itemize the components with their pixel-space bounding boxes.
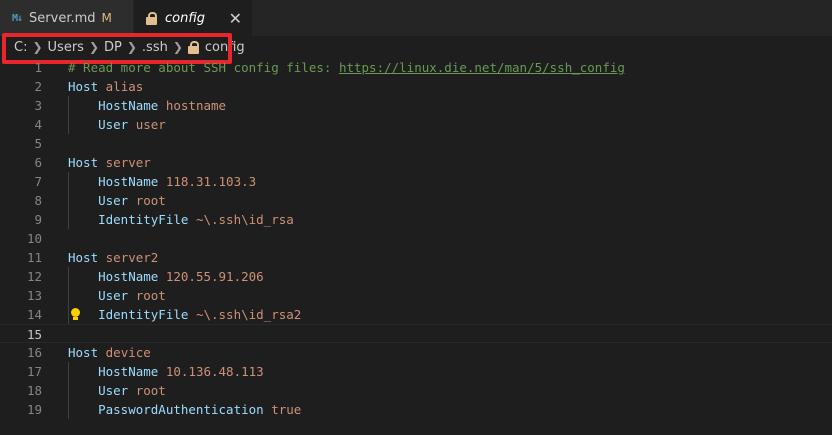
code-token: User bbox=[68, 288, 136, 303]
tab-label: Server.md bbox=[29, 10, 96, 26]
code-line[interactable]: 17 HostName 10.136.48.113 bbox=[0, 362, 832, 381]
code-line[interactable]: 3 HostName hostname bbox=[0, 96, 832, 115]
code-line[interactable]: 9 IdentityFile ~\.ssh\id_rsa bbox=[0, 210, 832, 229]
code-line[interactable]: 16 Host device bbox=[0, 343, 832, 362]
code-line[interactable]: 14 IdentityFile ~\.ssh\id_rsa2 bbox=[0, 305, 832, 324]
lock-icon bbox=[146, 11, 157, 25]
code-line[interactable]: 4 User user bbox=[0, 115, 832, 134]
code-token: 118.31.103.3 bbox=[165, 174, 257, 189]
code-token: HostName bbox=[68, 174, 166, 189]
code-text: PasswordAuthentication true bbox=[68, 400, 301, 419]
markdown-icon: M↓ bbox=[12, 12, 23, 24]
code-token: ~\.ssh\id_rsa2 bbox=[195, 307, 302, 322]
line-number: 5 bbox=[34, 136, 42, 151]
code-token: User bbox=[68, 193, 136, 208]
code-text: Host alias bbox=[68, 77, 143, 96]
code-line[interactable]: 11 Host server2 bbox=[0, 248, 832, 267]
code-token: IdentityFile bbox=[68, 212, 196, 227]
close-icon[interactable]: ✕ bbox=[229, 9, 242, 28]
code-line[interactable]: 8 User root bbox=[0, 191, 832, 210]
code-line[interactable]: 10 bbox=[0, 229, 832, 248]
code-line[interactable]: 7 HostName 118.31.103.3 bbox=[0, 172, 832, 191]
code-line[interactable]: 12 HostName 120.55.91.206 bbox=[0, 267, 832, 286]
code-line[interactable]: 1 # Read more about SSH config files: htt… bbox=[0, 58, 832, 77]
code-text: HostName hostname bbox=[68, 96, 226, 115]
code-text: HostName 120.55.91.206 bbox=[68, 267, 264, 286]
line-number: 16 bbox=[26, 345, 42, 360]
tab-label: config bbox=[165, 10, 205, 26]
line-number: 13 bbox=[26, 288, 42, 303]
code-text: User user bbox=[68, 115, 166, 134]
code-token: Host bbox=[68, 250, 106, 265]
code-token: 120.55.91.206 bbox=[165, 269, 264, 284]
tab-server-md[interactable]: M↓ Server.md M bbox=[0, 0, 134, 36]
code-line[interactable]: 18 User root bbox=[0, 381, 832, 400]
line-number: 1 bbox=[34, 60, 42, 75]
code-text: IdentityFile ~\.ssh\id_rsa bbox=[68, 210, 294, 229]
line-number: 11 bbox=[26, 250, 42, 265]
code-token: ~\.ssh\id_rsa bbox=[195, 212, 294, 227]
code-token: HostName bbox=[68, 98, 166, 113]
code-editor[interactable]: 1 # Read more about SSH config files: htt… bbox=[0, 58, 832, 435]
code-token: user bbox=[135, 117, 166, 132]
code-text: IdentityFile ~\.ssh\id_rsa2 bbox=[68, 305, 301, 324]
tab-config[interactable]: config ✕ bbox=[134, 0, 252, 36]
code-text: Host server bbox=[68, 153, 151, 172]
code-token: root bbox=[135, 193, 166, 208]
code-token: device bbox=[105, 345, 151, 360]
code-line[interactable]: 15 bbox=[0, 324, 832, 343]
line-number: 17 bbox=[26, 364, 42, 379]
code-token: server bbox=[105, 155, 151, 170]
line-number: 8 bbox=[34, 193, 42, 208]
line-number: 18 bbox=[26, 383, 42, 398]
code-token: IdentityFile bbox=[68, 307, 196, 322]
line-number: 9 bbox=[34, 212, 42, 227]
code-token: Host bbox=[68, 155, 106, 170]
line-number: 3 bbox=[34, 98, 42, 113]
line-number: 15 bbox=[26, 327, 42, 342]
code-token: # Read more about SSH config files: bbox=[68, 60, 339, 75]
line-number: 19 bbox=[26, 402, 42, 417]
code-token: root bbox=[135, 383, 166, 398]
line-number: 14 bbox=[26, 307, 42, 322]
code-token: hostname bbox=[165, 98, 227, 113]
code-line[interactable]: 2 Host alias bbox=[0, 77, 832, 96]
code-line[interactable]: 13 User root bbox=[0, 286, 832, 305]
code-token: HostName bbox=[68, 364, 166, 379]
code-token: Host bbox=[68, 79, 106, 94]
code-token: User bbox=[68, 383, 136, 398]
modified-badge: M bbox=[101, 11, 112, 25]
code-token: alias bbox=[105, 79, 144, 94]
code-text: Host device bbox=[68, 343, 151, 362]
line-number: 2 bbox=[34, 79, 42, 94]
code-text: User root bbox=[68, 286, 166, 305]
code-line[interactable]: 19 PasswordAuthentication true bbox=[0, 400, 832, 419]
tab-bar: M↓ Server.md M config ✕ bbox=[0, 0, 832, 36]
line-number: 12 bbox=[26, 269, 42, 284]
url-link[interactable]: https://linux.die.net/man/5/ssh_config bbox=[339, 60, 625, 75]
code-text: Host server2 bbox=[68, 248, 158, 267]
code-token: 10.136.48.113 bbox=[165, 364, 264, 379]
code-text: # Read more about SSH config files: http… bbox=[68, 58, 625, 77]
code-token: root bbox=[135, 288, 166, 303]
line-number: 7 bbox=[34, 174, 42, 189]
code-token: server2 bbox=[105, 250, 159, 265]
code-token: true bbox=[271, 402, 302, 417]
code-text: HostName 10.136.48.113 bbox=[68, 362, 264, 381]
code-token: Host bbox=[68, 345, 106, 360]
line-number: 4 bbox=[34, 117, 42, 132]
code-text: User root bbox=[68, 381, 166, 400]
code-token: HostName bbox=[68, 269, 166, 284]
code-text: User root bbox=[68, 191, 166, 210]
line-number: 6 bbox=[34, 155, 42, 170]
code-line[interactable]: 6 Host server bbox=[0, 153, 832, 172]
line-number: 10 bbox=[26, 231, 42, 246]
code-text: HostName 118.31.103.3 bbox=[68, 172, 256, 191]
code-token: User bbox=[68, 117, 136, 132]
code-line[interactable]: 5 bbox=[0, 134, 832, 153]
code-token: PasswordAuthentication bbox=[68, 402, 272, 417]
